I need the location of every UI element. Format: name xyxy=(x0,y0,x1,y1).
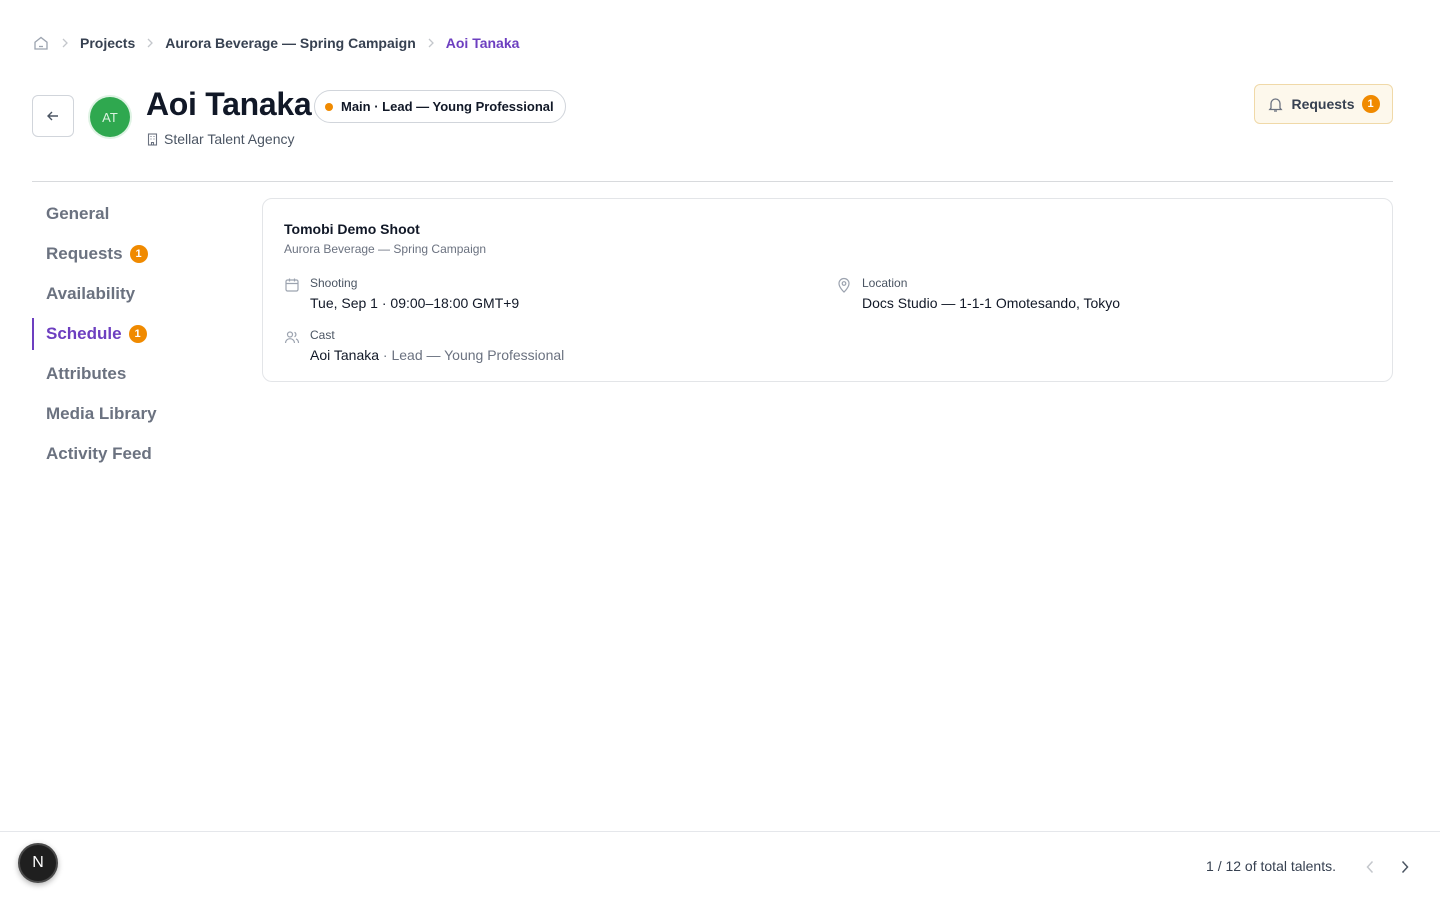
breadcrumb-projects[interactable]: Projects xyxy=(80,35,135,51)
sidebar-item-label: Media Library xyxy=(46,404,157,423)
chevron-right-icon xyxy=(135,38,165,48)
location-field: Location Docs Studio — 1-1-1 Omotesando,… xyxy=(836,276,1120,311)
sidebar-item-label: General xyxy=(46,204,110,223)
talent-detail-page: Projects Aurora Beverage — Spring Campai… xyxy=(0,0,1440,900)
requests-button[interactable]: Requests 1 xyxy=(1254,84,1393,124)
avatar: AT xyxy=(90,97,130,137)
count-badge: 1 xyxy=(129,245,148,263)
shooting-field: Shooting Tue, Sep 1 · 09:00–18:00 GMT+9 xyxy=(284,276,519,311)
calendar-icon xyxy=(284,277,300,293)
pagination-text: 1 / 12 of total talents. xyxy=(1206,858,1336,874)
sidebar-nav: General Requests 1 Availability Schedule… xyxy=(32,194,232,474)
requests-count-badge: 1 xyxy=(1361,95,1380,113)
map-pin-icon xyxy=(836,277,852,293)
schedule-subtitle: Aurora Beverage — Spring Campaign xyxy=(284,242,487,256)
cast-label: Cast xyxy=(310,328,335,342)
sidebar-item-label: Attributes xyxy=(46,364,127,383)
agency-name: Stellar Talent Agency xyxy=(164,131,295,147)
sidebar-item-label: Requests xyxy=(46,244,123,263)
shooting-value: Tue, Sep 1 · 09:00–18:00 GMT+9 xyxy=(310,295,520,311)
schedule-card[interactable]: Tomobi Demo Shoot Aurora Beverage — Spri… xyxy=(262,198,1393,382)
cast-name: Aoi Tanaka xyxy=(310,347,380,363)
sidebar-item-schedule[interactable]: Schedule 1 xyxy=(32,314,232,354)
sidebar-item-attributes[interactable]: Attributes xyxy=(32,354,232,394)
role-badge-label: Main · Lead — Young Professional xyxy=(341,99,554,114)
back-button[interactable] xyxy=(32,95,74,137)
sidebar-item-availability[interactable]: Availability xyxy=(32,274,232,314)
sidebar-item-media-library[interactable]: Media Library xyxy=(32,394,232,434)
chevron-right-icon xyxy=(50,38,80,48)
cast-value: Aoi Tanaka · Lead — Young Professional xyxy=(310,347,564,363)
header-divider xyxy=(32,181,1393,182)
footer-divider xyxy=(0,831,1440,832)
count-badge: 1 xyxy=(128,325,147,343)
sidebar-item-requests[interactable]: Requests 1 xyxy=(32,234,232,274)
breadcrumb: Projects Aurora Beverage — Spring Campai… xyxy=(32,32,519,54)
building-icon xyxy=(146,132,159,146)
arrow-left-icon xyxy=(47,111,58,121)
sidebar-item-general[interactable]: General xyxy=(32,194,232,234)
chevron-right-icon xyxy=(416,38,446,48)
shooting-label: Shooting xyxy=(310,276,358,290)
cast-role: · Lead — Young Professional xyxy=(382,347,565,363)
cast-field: Cast Aoi Tanaka · Lead — Young Professio… xyxy=(284,328,564,363)
sidebar-item-activity-feed[interactable]: Activity Feed xyxy=(32,434,232,474)
location-value: Docs Studio — 1-1-1 Omotesando, Tokyo xyxy=(862,295,1121,311)
chevron-right-icon xyxy=(1401,860,1409,874)
sidebar-item-label: Activity Feed xyxy=(46,444,152,463)
bell-icon xyxy=(1267,96,1284,113)
role-badge: Main · Lead — Young Professional xyxy=(314,90,566,123)
chevron-left-icon xyxy=(1366,860,1374,874)
breadcrumb-campaign[interactable]: Aurora Beverage — Spring Campaign xyxy=(165,35,416,51)
agency: Stellar Talent Agency xyxy=(146,130,295,148)
location-label: Location xyxy=(862,276,908,290)
breadcrumb-current: Aoi Tanaka xyxy=(445,35,520,51)
status-dot xyxy=(325,102,333,111)
previous-talent-button[interactable] xyxy=(1358,855,1382,879)
dev-tools-button[interactable]: N xyxy=(18,843,58,883)
sidebar-item-label: Schedule xyxy=(46,324,122,343)
next-talent-button[interactable] xyxy=(1393,855,1417,879)
sidebar-item-label: Availability xyxy=(46,284,136,303)
schedule-title: Tomobi Demo Shoot xyxy=(284,221,420,237)
page-title: Aoi Tanaka xyxy=(146,86,312,122)
users-icon xyxy=(284,329,300,345)
home-icon[interactable] xyxy=(32,34,50,52)
requests-button-label: Requests xyxy=(1291,96,1355,112)
